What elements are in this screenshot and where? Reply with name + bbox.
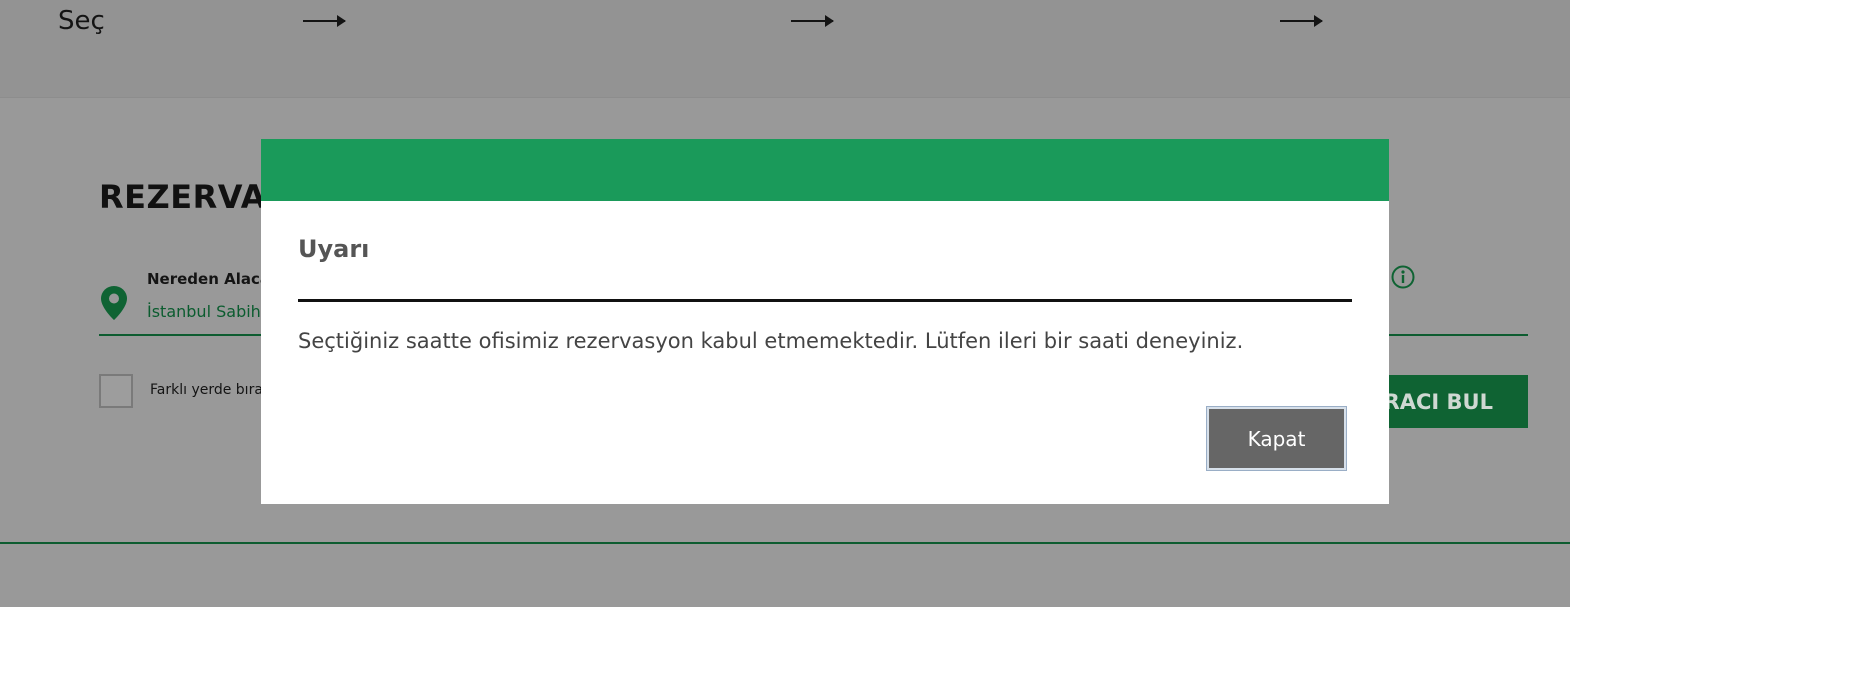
location-pin-icon bbox=[101, 286, 127, 320]
steps-bar: Seç bbox=[0, 0, 1570, 98]
warning-modal: Uyarı Seçtiğiniz saatte ofisimiz rezerva… bbox=[261, 139, 1389, 504]
modal-divider bbox=[298, 299, 1352, 302]
modal-header bbox=[261, 139, 1389, 201]
different-dropoff-label: Farklı yerde bırak bbox=[150, 382, 272, 398]
arrow-right-icon bbox=[1280, 15, 1323, 27]
info-icon[interactable] bbox=[1391, 265, 1415, 289]
close-button[interactable]: Kapat bbox=[1206, 406, 1347, 471]
different-dropoff-checkbox[interactable] bbox=[99, 374, 133, 408]
page-divider bbox=[0, 542, 1570, 544]
arrow-right-icon bbox=[303, 15, 346, 27]
modal-message: Seçtiğiniz saatte ofisimiz rezervasyon k… bbox=[298, 329, 1244, 353]
arrow-right-icon bbox=[791, 15, 834, 27]
pickup-location-input[interactable]: İstanbul Sabiha bbox=[147, 302, 271, 321]
step-select-label: Seç bbox=[58, 6, 105, 36]
modal-title: Uyarı bbox=[298, 235, 370, 263]
